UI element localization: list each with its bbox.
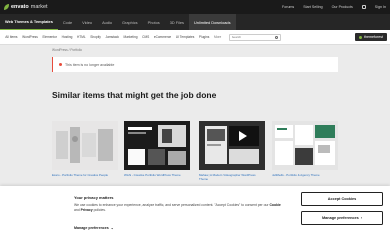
subnav-ui-templates[interactable]: UI Templates bbox=[173, 35, 196, 39]
sub-nav: All Items WordPress Elementor Hosting HT… bbox=[0, 30, 390, 45]
brand-main: envato bbox=[11, 4, 29, 10]
cart-icon[interactable] bbox=[361, 5, 366, 9]
search-box[interactable] bbox=[228, 33, 281, 41]
subnav-jamstack[interactable]: Jamstack bbox=[103, 35, 121, 39]
warning-icon bbox=[59, 63, 62, 66]
item-thumbnail[interactable] bbox=[272, 121, 338, 170]
top-header: envato market Forums Start Selling Our P… bbox=[0, 0, 390, 14]
manage-preferences-button-label: Manage preferences bbox=[322, 216, 359, 220]
sign-in-link[interactable]: Sign In bbox=[375, 5, 386, 9]
thumbnail-artwork bbox=[56, 127, 113, 163]
cookie-banner: Your privacy matters We use cookies to e… bbox=[0, 186, 390, 240]
themeforest-logo-icon bbox=[359, 35, 363, 39]
tab-3d-files[interactable]: 3D Files bbox=[165, 14, 189, 30]
brand-sub: market bbox=[30, 4, 48, 10]
cookie-text-start: We use cookies to enhance your experienc… bbox=[74, 203, 270, 207]
tab-graphics[interactable]: Graphics bbox=[117, 14, 143, 30]
similar-items-title: Similar items that might get the job don… bbox=[52, 90, 217, 100]
item-card[interactable]: Mahaa | A Modern Videographer WordPress … bbox=[199, 121, 265, 181]
top-links: Forums Start Selling Our Products Sign I… bbox=[282, 5, 386, 9]
cookie-text-end: policies. bbox=[92, 207, 106, 212]
subnav-ecommerce[interactable]: eCommerce bbox=[152, 35, 174, 39]
item-thumbnail[interactable] bbox=[124, 121, 190, 170]
tab-photos[interactable]: Photos bbox=[143, 14, 165, 30]
privacy-policy-link[interactable]: Privacy bbox=[81, 208, 93, 212]
leaf-icon bbox=[4, 4, 9, 10]
subnav-cms[interactable]: CMS bbox=[140, 35, 152, 39]
manage-preferences-link[interactable]: Manage preferences ⌄ bbox=[74, 226, 114, 230]
search-input[interactable] bbox=[231, 35, 272, 39]
subnav-elementor[interactable]: Elementor bbox=[40, 35, 59, 39]
subnav-wordpress[interactable]: WordPress bbox=[20, 35, 40, 39]
subnav-hosting[interactable]: Hosting bbox=[59, 35, 74, 39]
subnav-shopify[interactable]: Shopify bbox=[88, 35, 103, 39]
notice-text: This item is no longer available bbox=[65, 62, 115, 67]
cookie-text: We use cookies to enhance your experienc… bbox=[74, 203, 284, 213]
chevron-down-icon: ⌄ bbox=[110, 226, 114, 230]
item-card[interactable]: Exaro - Portfolio Theme for Creative Peo… bbox=[52, 121, 118, 177]
tab-unlimited-downloads[interactable]: Unlimited Downloads bbox=[189, 14, 236, 30]
start-selling-link[interactable]: Start Selling bbox=[303, 5, 322, 9]
category-nav: Web Themes & Templates Code Video Audio … bbox=[0, 14, 390, 30]
cookie-policy-link[interactable]: Cookie bbox=[269, 203, 280, 207]
chevron-right-icon: › bbox=[360, 216, 362, 220]
subnav-more[interactable]: More bbox=[212, 35, 224, 39]
manage-preferences-button[interactable]: Manage preferences › bbox=[301, 211, 383, 225]
subnav-marketing[interactable]: Marketing bbox=[121, 35, 140, 39]
item-title[interactable]: Mahaa | A Modern Videographer WordPress … bbox=[199, 173, 265, 181]
tab-code[interactable]: Code bbox=[58, 14, 77, 30]
item-title[interactable]: Exaro - Portfolio Theme for Creative Peo… bbox=[52, 173, 118, 177]
themeforest-badge[interactable]: themeforest bbox=[355, 33, 387, 41]
cookie-title: Your privacy matters bbox=[74, 195, 114, 200]
our-products-link[interactable]: Our Products bbox=[332, 5, 353, 9]
item-thumbnail[interactable] bbox=[199, 121, 265, 170]
tab-video[interactable]: Video bbox=[77, 14, 97, 30]
item-title[interactable]: Wishi - Creative Portfolio WordPress The… bbox=[124, 173, 190, 177]
search-icon[interactable] bbox=[274, 35, 278, 39]
subnav-html[interactable]: HTML bbox=[75, 35, 88, 39]
cookie-text-and: and bbox=[74, 207, 81, 212]
thumbnail-artwork bbox=[205, 126, 259, 164]
tab-web-themes[interactable]: Web Themes & Templates bbox=[0, 14, 58, 30]
item-title[interactable]: Jellithells - Portfolio & Agency Theme bbox=[272, 173, 338, 177]
subnav-plugins[interactable]: Plugins bbox=[197, 35, 212, 39]
item-card[interactable]: Wishi - Creative Portfolio WordPress The… bbox=[124, 121, 190, 177]
item-thumbnail[interactable] bbox=[52, 121, 118, 170]
item-card[interactable]: Jellithells - Portfolio & Agency Theme bbox=[272, 121, 338, 177]
breadcrumb[interactable]: WordPress / Portfolio bbox=[52, 48, 82, 52]
thumbnail-artwork bbox=[275, 125, 335, 165]
envato-logo[interactable]: envato market bbox=[4, 4, 48, 10]
manage-preferences-label: Manage preferences bbox=[74, 226, 109, 230]
themeforest-label: themeforest bbox=[364, 35, 383, 39]
thumbnail-artwork bbox=[128, 125, 186, 165]
subnav-all-items[interactable]: All Items bbox=[3, 35, 20, 39]
forums-link[interactable]: Forums bbox=[282, 5, 294, 9]
accept-cookies-button[interactable]: Accept Cookies bbox=[301, 192, 383, 206]
tab-audio[interactable]: Audio bbox=[97, 14, 117, 30]
unavailable-notice: This item is no longer available bbox=[52, 57, 338, 72]
